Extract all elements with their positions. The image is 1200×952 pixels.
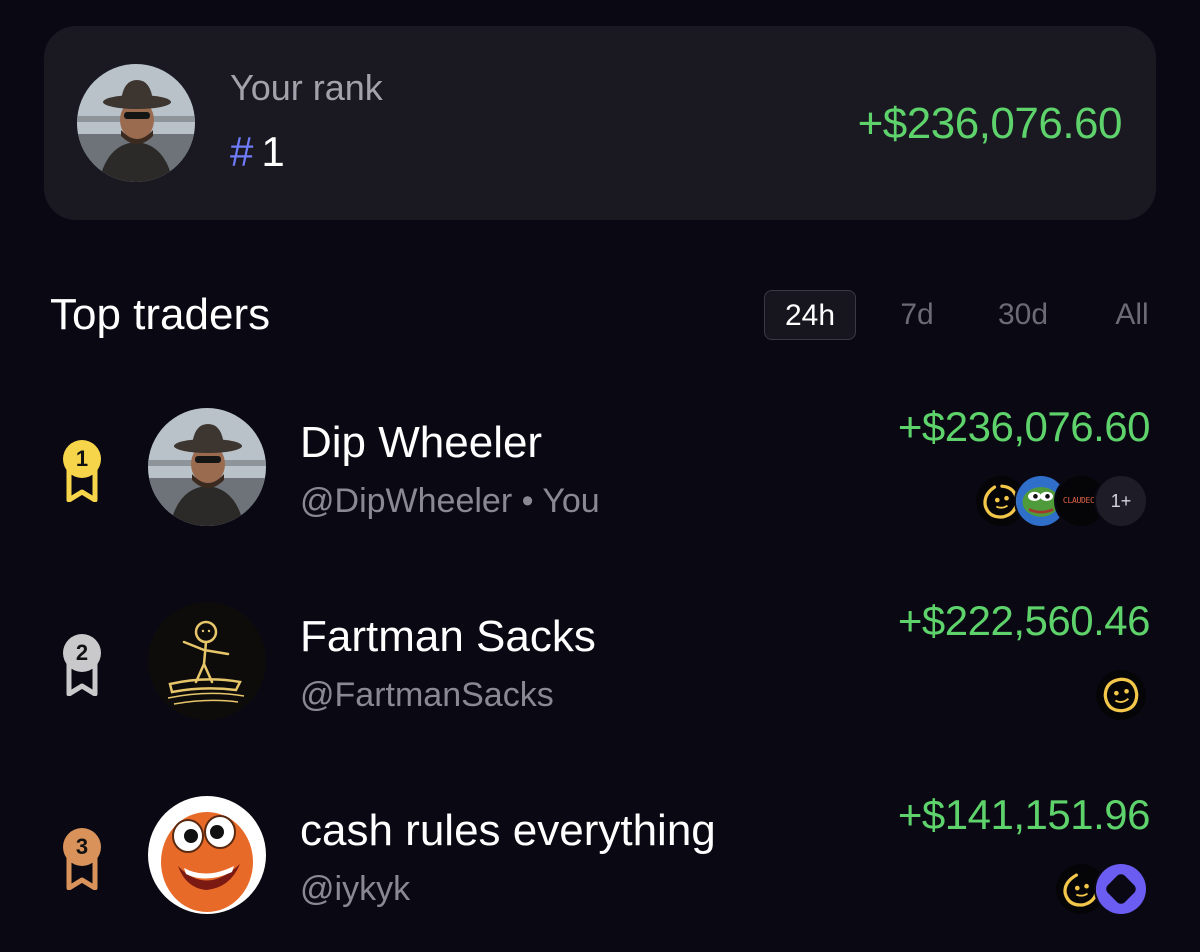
trader-handle: @iykyk (300, 870, 411, 908)
token-stack: 1+ CLAUDECH (974, 474, 1148, 530)
trader-avatar[interactable] (148, 408, 266, 526)
user-avatar[interactable] (77, 64, 195, 182)
tab-30d[interactable]: 30d (988, 290, 1058, 340)
rank-number: 2 (75, 640, 89, 665)
trader-pnl: +$141,151.96 (897, 791, 1151, 838)
your-rank-label: Your rank (230, 67, 383, 108)
bronze-medal-icon: 3 (55, 824, 109, 890)
tab-7d[interactable]: 7d (884, 290, 950, 340)
smiley-token-icon (1094, 668, 1148, 722)
your-rank-number: #1 (230, 131, 285, 173)
your-rank-card[interactable]: Your rank #1 +$236,076.60 (44, 26, 1156, 220)
rank-number: 3 (75, 834, 89, 859)
trader-row[interactable]: 2 Fartman Sacks @FartmanSacks +$222,560.… (0, 592, 1200, 762)
purple-square-token-icon (1094, 862, 1148, 916)
trader-avatar[interactable] (148, 796, 266, 914)
trader-pnl: +$236,076.60 (897, 403, 1151, 450)
token-stack (1054, 862, 1148, 918)
trader-handle: @DipWheeler • You (300, 482, 600, 520)
tab-all[interactable]: All (1102, 290, 1162, 340)
your-pnl: +$236,076.60 (857, 99, 1123, 148)
trader-row[interactable]: 3 cash rules everything @iykyk +$141,151… (0, 786, 1200, 952)
trader-handle: @FartmanSacks (300, 676, 554, 714)
token-stack (1094, 668, 1148, 724)
trader-row[interactable]: 1 Dip Wheeler @DipWheeler • You +$236,07… (0, 398, 1200, 568)
section-title: Top traders (50, 290, 271, 339)
silver-medal-icon: 2 (55, 630, 109, 696)
rank-hash: # (230, 128, 254, 175)
rank-number: 1 (75, 446, 89, 471)
leaderboard-screen: Your rank #1 +$236,076.60 Top traders 24… (0, 0, 1200, 952)
trader-pnl: +$222,560.46 (897, 597, 1151, 644)
more-tokens-badge[interactable]: 1+ (1094, 474, 1148, 528)
rank-value: 1 (261, 128, 285, 175)
gold-medal-icon: 1 (55, 436, 109, 502)
trader-name: cash rules everything (300, 806, 716, 855)
trader-name: Dip Wheeler (300, 418, 543, 467)
tab-24h[interactable]: 24h (764, 290, 856, 340)
trader-name: Fartman Sacks (300, 612, 596, 661)
period-tabs: 24h 7d 30d All (764, 290, 1164, 342)
trader-avatar[interactable] (148, 602, 266, 720)
